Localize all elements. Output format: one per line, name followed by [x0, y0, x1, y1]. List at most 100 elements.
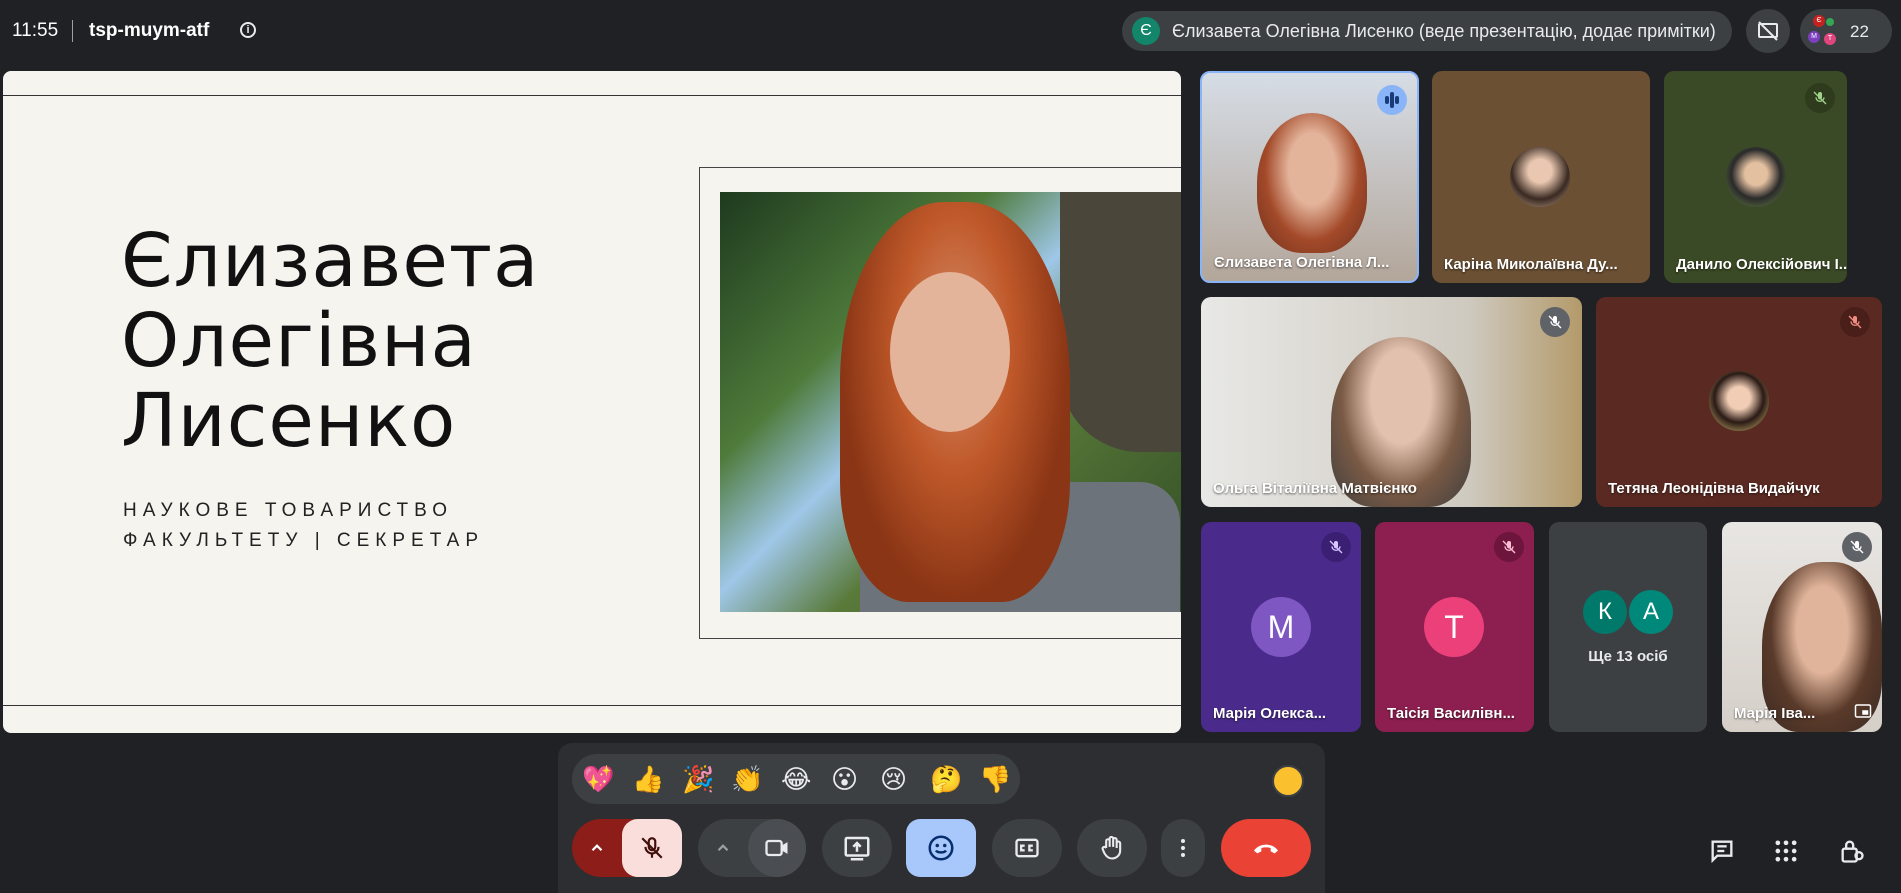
- slide-photo: [720, 192, 1181, 612]
- avatar: [1726, 147, 1786, 207]
- slide-divider-top: [3, 95, 1181, 96]
- mini-avatar: Є: [1813, 15, 1825, 27]
- presenter-label: Єлизавета Олегівна Лисенко (веде презент…: [1172, 21, 1716, 41]
- participant-tile[interactable]: Т Таісія Василівн...: [1375, 522, 1534, 732]
- reaction-laugh[interactable]: 😂: [781, 764, 811, 794]
- lock-person-icon: [1841, 840, 1864, 863]
- meeting-code: tsp-muym-atf: [89, 20, 210, 41]
- others-tile[interactable]: К А Ще 13 осіб: [1549, 522, 1707, 732]
- participant-name: Тетяна Леонідівна Видайчук: [1608, 480, 1820, 497]
- slide-subtitle-line: ФАКУЛЬТЕТУ | СЕКРЕТАР: [123, 530, 485, 551]
- participant-tile[interactable]: Тетяна Леонідівна Видайчук: [1596, 297, 1882, 507]
- apps-grid-icon: [1775, 840, 1797, 862]
- divider: [72, 20, 73, 42]
- avatar-letter: М: [1251, 597, 1311, 657]
- skin-tone-selector[interactable]: [1272, 765, 1304, 797]
- reaction-thumbs-down[interactable]: 👎: [979, 764, 1011, 794]
- reaction-sad[interactable]: 😢: [880, 764, 907, 794]
- avatar: [1510, 147, 1570, 207]
- avatar-letter: Т: [1424, 597, 1484, 657]
- reaction-surprised[interactable]: 😮: [831, 764, 858, 794]
- camera-toggle-button[interactable]: [748, 819, 806, 877]
- reaction-heart[interactable]: 💖: [582, 764, 614, 794]
- more-options-button[interactable]: [1161, 819, 1205, 877]
- mic-off-indicator: [1321, 532, 1351, 562]
- present-icon: [844, 836, 870, 861]
- top-bar: 11:55 tsp-muym-atf i Є Єлизавета Олегівн…: [0, 0, 1901, 62]
- mini-avatar: Т: [1824, 33, 1836, 45]
- slide-subtitle-line: НАУКОВЕ ТОВАРИСТВО: [123, 500, 453, 521]
- participant-name: Каріна Миколаївна Ду...: [1444, 256, 1618, 273]
- mic-off-icon: [1848, 315, 1862, 329]
- participants-button[interactable]: Є М Т 22: [1800, 9, 1892, 53]
- others-label: Ще 13 осіб: [1588, 648, 1668, 665]
- reaction-bar: 💖 👍 🎉 👏 😂 😮 😢 🤔 👎: [572, 754, 1020, 804]
- participant-count: 22: [1850, 22, 1869, 41]
- participant-tile[interactable]: Єлизавета Олегівна Л...: [1200, 71, 1419, 283]
- host-controls-button[interactable]: [1830, 829, 1874, 873]
- participant-tile[interactable]: Марія Іва...: [1722, 522, 1882, 732]
- participant-tile[interactable]: Данило Олексійович І...: [1664, 71, 1847, 283]
- chat-button[interactable]: [1700, 829, 1744, 873]
- slide-title-line: Єлизавета: [121, 218, 540, 304]
- present-screen-button[interactable]: [822, 819, 892, 877]
- hang-up-icon: [1254, 844, 1278, 854]
- participant-name: Ольга Віталіївна Матвієнко: [1213, 480, 1417, 497]
- mic-off-icon: [1850, 540, 1864, 554]
- participant-name: Таісія Василівн...: [1387, 705, 1515, 722]
- chevron-up-icon: [717, 844, 729, 852]
- hand-icon: [1101, 835, 1122, 860]
- avatar: [1709, 371, 1769, 431]
- participant-tile[interactable]: Ольга Віталіївна Матвієнко: [1201, 297, 1582, 507]
- picture-in-picture-icon[interactable]: [1854, 702, 1872, 720]
- present-off-icon: [1758, 21, 1778, 41]
- slide-subtitle: НАУКОВЕ ТОВАРИСТВО ФАКУЛЬТЕТУ | СЕКРЕТАР: [123, 496, 484, 556]
- mic-off-icon: [1548, 315, 1562, 329]
- camera-icon: [765, 839, 788, 857]
- slide-title-line: Олегівна: [121, 298, 477, 384]
- clock: 11:55: [12, 20, 59, 41]
- slide-title-line: Лисенко: [121, 378, 457, 464]
- chevron-up-icon: [591, 844, 603, 852]
- participant-tile[interactable]: Каріна Миколаївна Ду...: [1432, 71, 1650, 283]
- presentation-off-button[interactable]: [1746, 9, 1790, 53]
- mic-off-icon: [1813, 91, 1827, 105]
- mic-off-icon: [641, 837, 663, 859]
- mini-avatar-dot: [1826, 18, 1834, 26]
- mic-off-indicator: [1842, 532, 1872, 562]
- mic-off-indicator: [1540, 307, 1570, 337]
- participant-name: Марія Іва...: [1734, 705, 1816, 722]
- reaction-clap[interactable]: 👏: [731, 764, 763, 794]
- presentation-slide: Єлизавета Олегівна Лисенко НАУКОВЕ ТОВАР…: [3, 71, 1181, 733]
- tree-trunk: [1060, 192, 1181, 452]
- reaction-thinking[interactable]: 🤔: [930, 764, 962, 794]
- presenter-indicator[interactable]: Є Єлизавета Олегівна Лисенко (веде презе…: [1122, 11, 1732, 51]
- participant-name: Марія Олекса...: [1213, 705, 1327, 722]
- mic-options-button[interactable]: [572, 819, 682, 877]
- reactions-button[interactable]: [906, 819, 976, 877]
- chat-icon: [1711, 840, 1733, 864]
- participant-name: Данило Олексійович І...: [1676, 256, 1847, 273]
- raise-hand-button[interactable]: [1077, 819, 1147, 877]
- presenter-avatar: Є: [1132, 17, 1160, 45]
- info-icon[interactable]: i: [240, 22, 256, 38]
- mic-off-icon: [1329, 540, 1343, 554]
- mic-off-icon: [1502, 540, 1516, 554]
- face: [890, 272, 1010, 432]
- mini-avatar: М: [1808, 31, 1820, 43]
- activities-button[interactable]: [1764, 829, 1808, 873]
- reaction-party[interactable]: 🎉: [682, 764, 714, 794]
- mic-off-indicator: [1840, 307, 1870, 337]
- captions-button[interactable]: [992, 819, 1062, 877]
- mic-off-indicator: [1494, 532, 1524, 562]
- reaction-thumbs-up[interactable]: 👍: [632, 764, 664, 794]
- participant-tile[interactable]: М Марія Олекса...: [1201, 522, 1361, 732]
- camera-options-button[interactable]: [698, 819, 806, 877]
- mic-toggle-button[interactable]: [622, 819, 682, 877]
- speaking-indicator: [1377, 85, 1407, 115]
- captions-icon: [1015, 838, 1039, 858]
- avatar-letter: К: [1583, 590, 1627, 634]
- participant-name: Єлизавета Олегівна Л...: [1214, 254, 1390, 271]
- leave-call-button[interactable]: [1221, 819, 1311, 877]
- more-vert-icon: [1181, 839, 1185, 857]
